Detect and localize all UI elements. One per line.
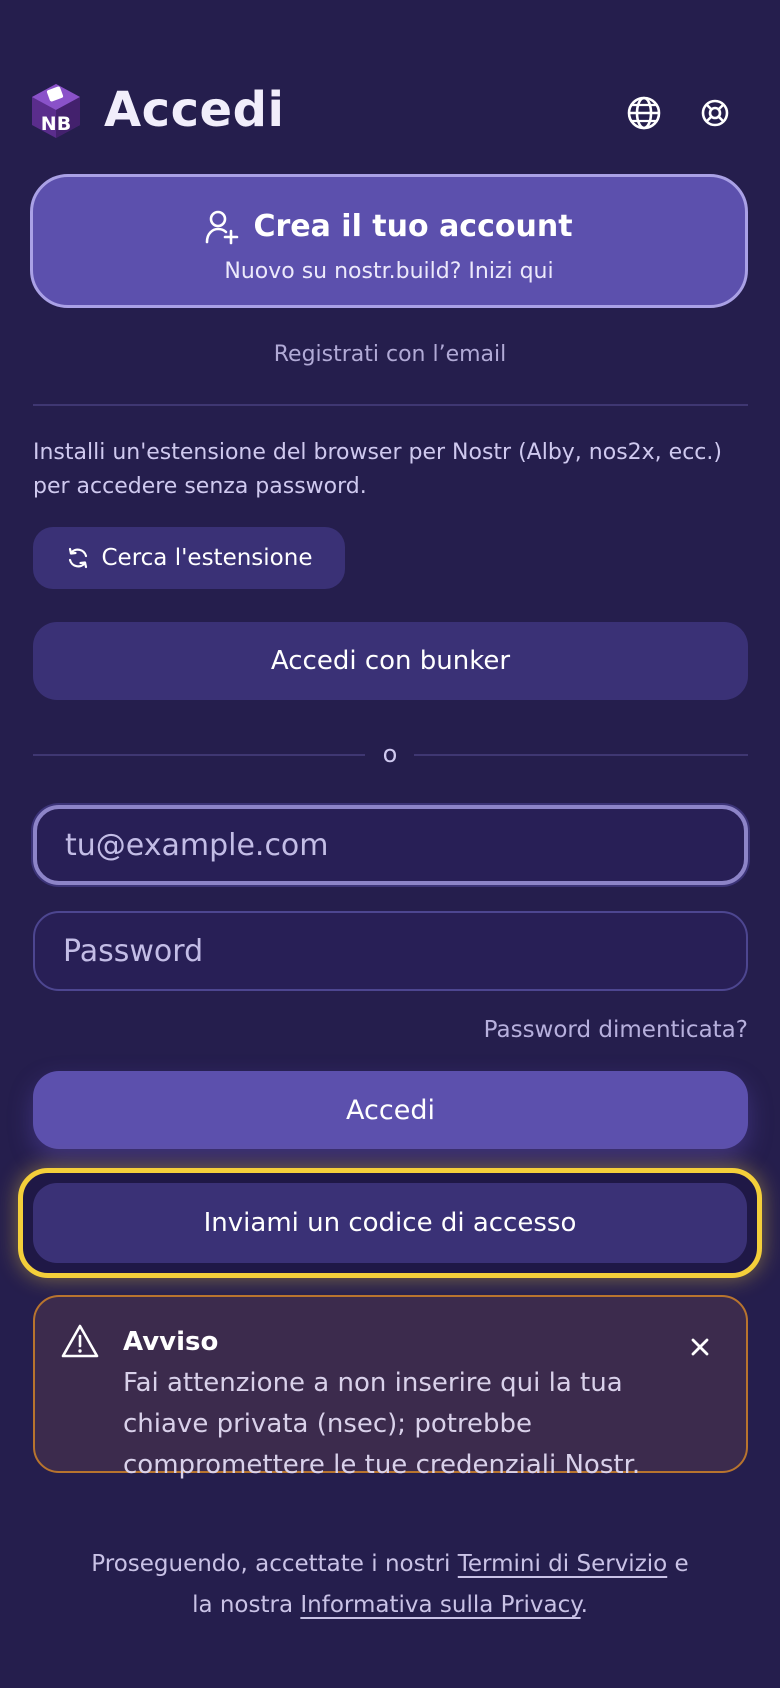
register-with-email-link[interactable]: Registrati con l’email xyxy=(0,340,780,370)
warning-triangle-icon xyxy=(61,1324,99,1358)
terms-of-service-link[interactable]: Termini di Servizio xyxy=(458,1551,667,1577)
footer-text-prefix: Proseguendo, accettate i nostri xyxy=(91,1551,458,1577)
separator-text: o xyxy=(382,740,398,768)
search-extension-button[interactable]: Cerca l'estensione xyxy=(33,527,345,589)
lifebuoy-icon xyxy=(701,99,729,127)
create-account-button[interactable]: Crea il tuo account Nuovo su nostr.build… xyxy=(30,174,748,308)
divider xyxy=(33,404,748,406)
separator-line-right xyxy=(414,754,748,756)
close-icon[interactable] xyxy=(688,1335,712,1359)
forgot-password-link[interactable]: Password dimenticata? xyxy=(484,1014,748,1046)
warning-alert: Avviso Fai attenzione a non inserire qui… xyxy=(33,1295,748,1480)
create-account-subtitle: Nuovo su nostr.build? Inizi qui xyxy=(224,259,554,284)
password-input[interactable] xyxy=(33,911,748,991)
svg-text:NB: NB xyxy=(41,113,71,135)
search-extension-label: Cerca l'estensione xyxy=(101,545,313,571)
nostr-build-logo: NB xyxy=(30,82,82,140)
privacy-policy-link[interactable]: Informativa sulla Privacy xyxy=(300,1592,580,1618)
create-account-title: Crea il tuo account xyxy=(253,209,573,244)
send-access-code-button[interactable]: Inviami un codice di accesso xyxy=(33,1183,747,1263)
separator-line-left xyxy=(33,754,365,756)
support-button[interactable] xyxy=(695,93,735,133)
legal-footer: Proseguendo, accettate i nostri Termini … xyxy=(90,1544,690,1626)
bunker-login-button[interactable]: Accedi con bunker xyxy=(33,622,748,700)
user-plus-icon xyxy=(206,210,239,245)
footer-text-suffix: . xyxy=(580,1592,588,1618)
page-title: Accedi xyxy=(104,82,285,138)
refresh-icon xyxy=(68,547,87,569)
globe-icon xyxy=(627,96,661,130)
login-button[interactable]: Accedi xyxy=(33,1071,748,1149)
warning-title: Avviso xyxy=(123,1327,219,1357)
extension-info-text: Installi un'estensione del browser per N… xyxy=(33,440,722,499)
language-button[interactable] xyxy=(624,93,664,133)
warning-message: Fai attenzione a non inserire qui la tua… xyxy=(123,1368,641,1480)
email-input[interactable] xyxy=(33,805,748,885)
